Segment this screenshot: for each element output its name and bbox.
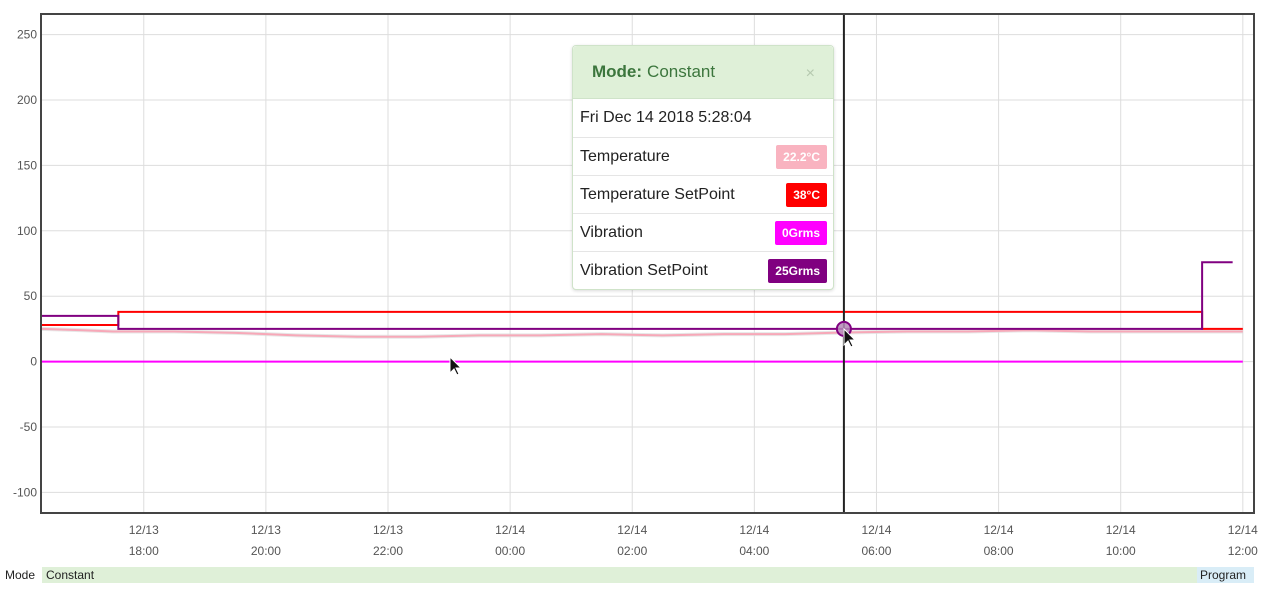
- y-axis-ticks: 250 200 150 100 50 0 -50 -100: [13, 28, 37, 500]
- mode-bar: Mode Constant Program: [0, 567, 1269, 583]
- tooltip-row-label: Temperature SetPoint: [580, 185, 735, 203]
- tooltip-row-vibration-setpoint: Vibration SetPoint 25Grms: [573, 252, 833, 289]
- x-tick-time: 00:00: [495, 544, 525, 558]
- temperature-setpoint-badge: 38°C: [786, 182, 827, 207]
- x-tick-date: 12/14: [861, 523, 891, 537]
- x-tick-time: 20:00: [251, 544, 281, 558]
- y-tick-label: -100: [13, 485, 37, 499]
- x-tick-date: 12/14: [984, 523, 1014, 537]
- vibration-badge: 0Grms: [774, 220, 827, 245]
- x-tick-date: 12/14: [739, 523, 769, 537]
- tooltip-row-temperature: Temperature 22.2°C: [573, 138, 833, 176]
- series-line-temperature-setpoint: [42, 310, 1243, 330]
- x-tick-time: 22:00: [373, 544, 403, 558]
- y-tick-label: 150: [17, 158, 37, 172]
- vibration-setpoint-badge: 25Grms: [768, 258, 827, 283]
- mode-bar-label: Mode: [5, 568, 36, 582]
- tooltip-row-vibration: Vibration 0Grms: [573, 214, 833, 252]
- x-axis-ticks: 12/13 18:00 12/13 20:00 12/13 22:00 12/14 00:00…: [129, 523, 1258, 558]
- tooltip-row-label: Temperature: [580, 147, 670, 165]
- x-tick-time: 18:00: [129, 544, 159, 558]
- close-icon[interactable]: ×: [806, 65, 815, 83]
- x-tick-time: 06:00: [861, 544, 891, 558]
- tooltip-row-label: Vibration: [580, 223, 643, 241]
- y-tick-label: 250: [17, 28, 37, 42]
- x-tick-date: 12/14: [495, 523, 525, 537]
- tooltip-datetime-row: Fri Dec 14 2018 5:28:04: [573, 99, 833, 138]
- x-tick-time: 12:00: [1228, 544, 1258, 558]
- mode-segment-program[interactable]: Program: [1197, 567, 1254, 583]
- mode-segment-label: Program: [1200, 568, 1247, 582]
- mode-segment-label: Constant: [46, 568, 95, 582]
- x-tick-date: 12/14: [1106, 523, 1136, 537]
- tooltip-datetime: Fri Dec 14 2018 5:28:04: [580, 109, 752, 126]
- y-tick-label: -50: [20, 420, 38, 434]
- y-tick-label: 50: [24, 289, 38, 303]
- y-tick-label: 100: [17, 224, 37, 238]
- mode-segment-constant[interactable]: Constant: [42, 567, 1197, 583]
- tooltip-mode-value: Constant: [647, 62, 716, 81]
- x-tick-date: 12/13: [129, 523, 159, 537]
- mouse-pointer-icon: [449, 355, 463, 376]
- x-tick-time: 10:00: [1106, 544, 1136, 558]
- tooltip-mode-label: Mode:: [592, 62, 643, 81]
- temperature-badge: 22.2°C: [776, 144, 827, 169]
- x-tick-date: 12/14: [617, 523, 647, 537]
- x-tick-time: 02:00: [617, 544, 647, 558]
- y-tick-label: 0: [30, 355, 37, 369]
- cursor: [835, 15, 852, 512]
- x-tick-date: 12/13: [251, 523, 281, 537]
- tooltip-row-temperature-setpoint: Temperature SetPoint 38°C: [573, 176, 833, 214]
- x-tick-date: 12/13: [373, 523, 403, 537]
- x-tick-time: 08:00: [984, 544, 1014, 558]
- x-tick-time: 04:00: [739, 544, 769, 558]
- x-tick-date: 12/14: [1228, 523, 1258, 537]
- tooltip-header: Mode: Constant ×: [573, 46, 833, 99]
- y-tick-label: 200: [17, 93, 37, 107]
- tooltip: Mode: Constant × Fri Dec 14 2018 5:28:04…: [572, 45, 834, 290]
- tooltip-row-label: Vibration SetPoint: [580, 261, 708, 279]
